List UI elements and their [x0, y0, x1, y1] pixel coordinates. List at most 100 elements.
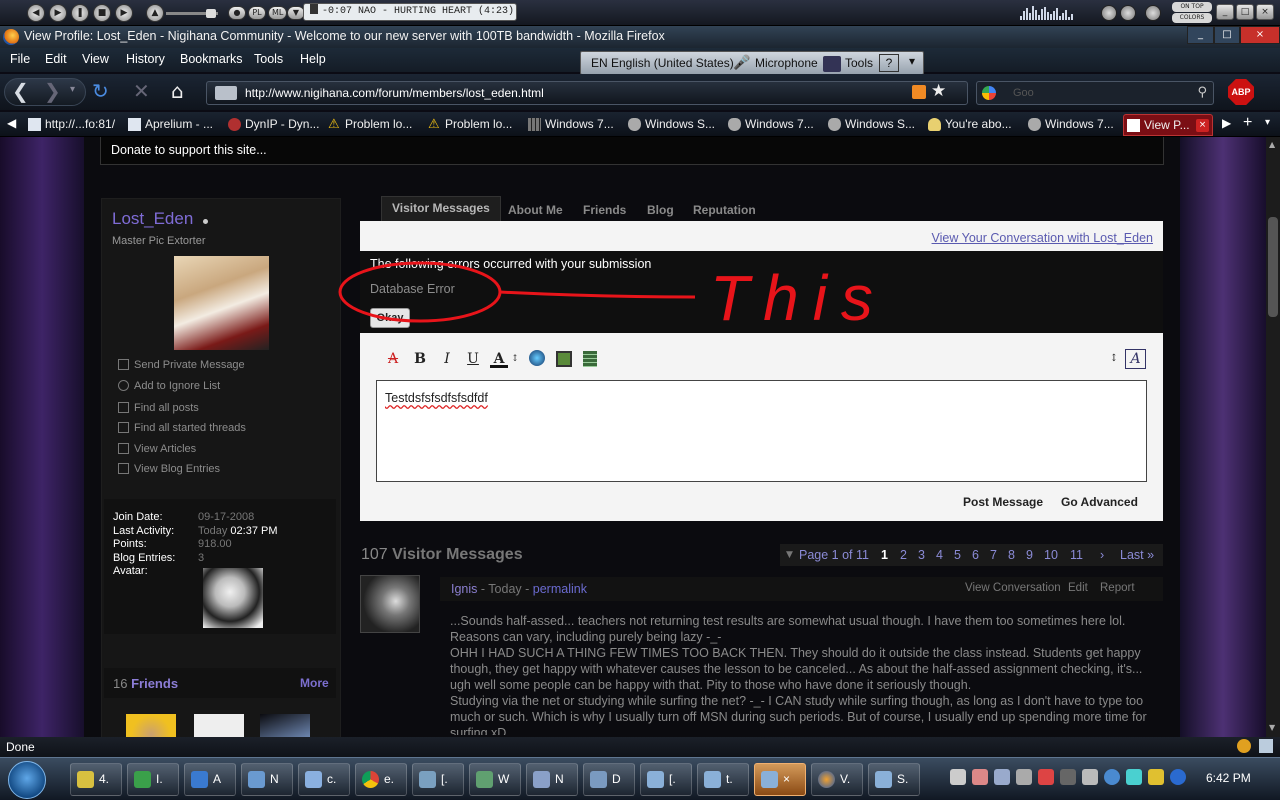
page-link-9[interactable]: 9 — [1026, 548, 1033, 562]
taskbar-item[interactable]: D — [583, 763, 635, 796]
message-author-avatar[interactable] — [360, 575, 420, 633]
okay-button[interactable]: Okay — [370, 308, 410, 328]
tab-7[interactable]: Windows S... — [625, 114, 721, 136]
page-link-7[interactable]: 7 — [990, 548, 997, 562]
view-conversation-link[interactable]: View Your Conversation with Lost_Eden — [932, 231, 1153, 245]
tab-3[interactable]: DynIP - Dyn... — [225, 114, 321, 136]
addon-icon[interactable] — [1259, 739, 1273, 753]
menu-bookmarks[interactable]: Bookmarks — [180, 52, 243, 66]
tab-visitor-messages[interactable]: Visitor Messages — [381, 196, 501, 223]
system-clock[interactable]: 6:42 PM — [1206, 771, 1251, 785]
page-of-label[interactable]: Page 1 of 11 — [799, 548, 869, 562]
tab-6[interactable]: Windows 7... — [525, 114, 621, 136]
page-link-8[interactable]: 8 — [1008, 548, 1015, 562]
page-jump-icon[interactable]: ▼ — [786, 550, 793, 560]
font-color-icon[interactable]: A — [490, 350, 508, 368]
view-blog-entries-link[interactable]: View Blog Entries — [118, 463, 220, 475]
resize-editor-icon[interactable]: ↕ — [1105, 350, 1123, 368]
eject-icon[interactable]: ▲ — [146, 4, 164, 22]
shuffle-icon[interactable] — [1120, 5, 1136, 21]
go-advanced-button[interactable]: Go Advanced — [1061, 495, 1138, 513]
tray-app-icon[interactable] — [1104, 769, 1120, 785]
ontop-button[interactable]: ON TOP — [1172, 2, 1212, 12]
menu-view[interactable]: View — [82, 52, 109, 66]
tab-scroll-left-icon[interactable]: ◀ — [7, 116, 16, 130]
rss-feed-icon[interactable] — [912, 85, 926, 99]
eq-toggle-icon[interactable] — [1145, 5, 1161, 21]
window-close-button[interactable]: × — [1240, 26, 1280, 44]
tray-app-icon[interactable] — [1148, 769, 1164, 785]
forward-icon[interactable]: ❯ — [44, 79, 61, 103]
find-started-threads-link[interactable]: Find all started threads — [118, 422, 246, 434]
search-bar[interactable]: Goo ⚲ — [976, 81, 1214, 105]
bookmark-star-icon[interactable]: ★ — [931, 81, 946, 101]
previous-track-icon[interactable]: ◀ — [27, 4, 45, 22]
tab-1[interactable]: http://...fo:81/ — [25, 114, 121, 136]
italic-icon[interactable]: I — [438, 350, 456, 368]
menu-help[interactable]: Help — [300, 52, 326, 66]
tray-app-icon[interactable] — [972, 769, 988, 785]
tab-10[interactable]: You're abo... — [925, 114, 1021, 136]
taskbar-item[interactable]: [. — [412, 763, 464, 796]
remove-format-icon[interactable]: A — [384, 350, 402, 368]
permalink[interactable]: permalink — [533, 582, 587, 596]
profile-username[interactable]: Lost_Eden — [112, 209, 193, 229]
window-maximize-button[interactable]: □ — [1214, 26, 1240, 44]
friend-avatar[interactable] — [260, 714, 310, 737]
greasemonkey-icon[interactable] — [1237, 739, 1251, 753]
reload-icon[interactable]: ↻ — [92, 79, 109, 103]
taskbar-item[interactable]: V. — [811, 763, 863, 796]
page-link-4[interactable]: 4 — [936, 548, 943, 562]
shade-icon[interactable]: □ — [1236, 4, 1254, 20]
page-link-10[interactable]: 10 — [1044, 548, 1058, 562]
taskbar-item[interactable]: c. — [298, 763, 350, 796]
ontop-colors[interactable]: ON TOP COLORS — [1172, 2, 1212, 23]
colors-button[interactable]: COLORS — [1172, 13, 1212, 23]
tab-close-icon[interactable]: × — [1196, 119, 1209, 132]
taskbar-item[interactable]: S. — [868, 763, 920, 796]
tab-4[interactable]: ⚠ Problem lo... — [325, 114, 421, 136]
taskbar-item[interactable]: [. — [640, 763, 692, 796]
find-all-posts-link[interactable]: Find all posts — [118, 402, 199, 414]
friends-more-link[interactable]: More — [300, 676, 329, 690]
tab-5[interactable]: ⚠ Problem lo... — [425, 114, 521, 136]
microphone-button[interactable]: Microphone — [755, 56, 818, 70]
tray-app-icon[interactable] — [1170, 769, 1186, 785]
taskbar-item[interactable]: I. — [127, 763, 179, 796]
next-track-icon[interactable]: ▶ — [115, 4, 133, 22]
report-action[interactable]: Report — [1100, 582, 1135, 594]
message-author[interactable]: Ignis — [451, 582, 477, 596]
tray-network-icon[interactable] — [950, 769, 966, 785]
window-minimize-button[interactable]: _ — [1187, 26, 1214, 44]
pl-button[interactable]: PL — [248, 6, 266, 20]
minimize-icon[interactable]: _ — [1216, 4, 1234, 20]
taskbar-item-active[interactable]: × — [754, 763, 806, 796]
eq-icon[interactable]: ● — [228, 6, 246, 20]
insert-video-icon[interactable] — [583, 351, 597, 367]
back-icon[interactable]: ❮ — [12, 79, 29, 103]
page-link-5[interactable]: 5 — [954, 548, 961, 562]
tray-app-icon[interactable] — [994, 769, 1010, 785]
edit-action[interactable]: Edit — [1068, 582, 1088, 594]
menu-file[interactable]: File — [10, 52, 30, 66]
home-icon[interactable]: ⌂ — [171, 79, 184, 103]
scrollbar-thumb[interactable] — [1268, 217, 1278, 317]
address-bar[interactable]: http://www.nigihana.com/forum/members/lo… — [206, 81, 968, 105]
tab-active[interactable]: View P... × — [1123, 114, 1213, 136]
tab-blog[interactable]: Blog — [647, 199, 674, 223]
search-icon[interactable]: ⚲ — [1197, 82, 1207, 104]
taskbar-item[interactable]: N — [526, 763, 578, 796]
add-to-ignore-link[interactable]: Add to Ignore List — [118, 380, 220, 392]
tab-8[interactable]: Windows 7... — [725, 114, 821, 136]
tab-reputation[interactable]: Reputation — [693, 199, 756, 223]
insert-image-icon[interactable] — [556, 351, 572, 367]
bold-icon[interactable]: B — [411, 350, 429, 368]
tray-app-icon[interactable] — [1016, 769, 1032, 785]
donate-banner[interactable]: Donate to support this site... — [100, 137, 1164, 165]
taskbar-item[interactable]: N — [241, 763, 293, 796]
menu-history[interactable]: History — [126, 52, 165, 66]
switch-editor-mode-icon[interactable]: A — [1125, 349, 1146, 369]
underline-icon[interactable]: U — [464, 350, 482, 368]
tab-list-icon[interactable]: ▾ — [1265, 117, 1270, 128]
adblock-plus-button[interactable]: ABP — [1228, 79, 1254, 105]
